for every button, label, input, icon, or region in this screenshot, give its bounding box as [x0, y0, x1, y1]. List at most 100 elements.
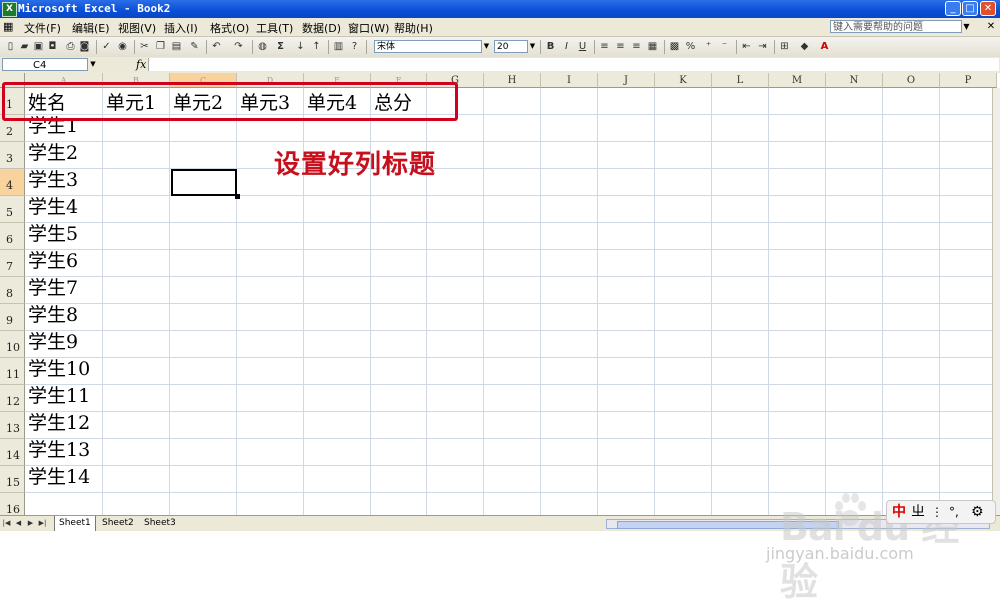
- column-header-n[interactable]: N: [826, 73, 883, 88]
- font-name-dropdown-icon[interactable]: ▼: [482, 40, 491, 53]
- row-header-4[interactable]: 4: [0, 169, 25, 196]
- name-cell-a3[interactable]: 学生2: [28, 140, 78, 167]
- italic-button[interactable]: I: [560, 40, 573, 53]
- research-icon[interactable]: ◉: [116, 40, 129, 53]
- column-header-m[interactable]: M: [769, 73, 826, 88]
- spelling-icon[interactable]: ✓: [100, 40, 113, 53]
- name-cell-a8[interactable]: 学生7: [28, 275, 78, 302]
- font-color-button[interactable]: A: [818, 40, 831, 53]
- merge-center-icon[interactable]: ▦: [646, 40, 659, 53]
- vertical-scrollbar[interactable]: [992, 88, 1000, 515]
- row-header-7[interactable]: 7: [0, 250, 25, 277]
- hyperlink-icon[interactable]: ◍: [256, 40, 269, 53]
- fill-color-icon[interactable]: ◆: [798, 40, 811, 53]
- row-header-10[interactable]: 10: [0, 331, 25, 358]
- redo-icon[interactable]: ↷: [232, 40, 245, 53]
- menu-insert[interactable]: 插入(I): [164, 20, 198, 36]
- sort-desc-icon[interactable]: ↑: [310, 40, 323, 53]
- column-header-k[interactable]: K: [655, 73, 712, 88]
- permission-icon[interactable]: ◘: [46, 40, 59, 53]
- fill-handle[interactable]: [235, 194, 240, 199]
- prev-sheet-icon[interactable]: ◀: [14, 518, 23, 529]
- last-sheet-icon[interactable]: ▶|: [38, 518, 47, 529]
- ime-punct-icon[interactable]: °,: [949, 504, 959, 520]
- borders-icon[interactable]: ⊞: [778, 40, 791, 53]
- tab-sheet1[interactable]: Sheet1: [54, 516, 96, 531]
- format-painter-icon[interactable]: ✎: [188, 40, 201, 53]
- name-cell-a15[interactable]: 学生14: [28, 464, 90, 491]
- name-cell-a14[interactable]: 学生13: [28, 437, 90, 464]
- name-cell-a5[interactable]: 学生4: [28, 194, 78, 221]
- tab-sheet3[interactable]: Sheet3: [140, 516, 180, 531]
- underline-button[interactable]: U: [576, 40, 589, 53]
- name-cell-a9[interactable]: 学生8: [28, 302, 78, 329]
- paste-icon[interactable]: ▤: [170, 40, 183, 53]
- column-header-j[interactable]: J: [598, 73, 655, 88]
- first-sheet-icon[interactable]: |◀: [2, 518, 11, 529]
- row-header-16[interactable]: 16: [0, 493, 25, 515]
- column-header-o[interactable]: O: [883, 73, 940, 88]
- row-header-9[interactable]: 9: [0, 304, 25, 331]
- help-icon[interactable]: ?: [348, 40, 361, 53]
- name-cell-a7[interactable]: 学生6: [28, 248, 78, 275]
- menu-help[interactable]: 帮助(H): [394, 20, 433, 36]
- sort-asc-icon[interactable]: ↓: [294, 40, 307, 53]
- ime-lang-icon[interactable]: 中: [892, 504, 906, 520]
- next-sheet-icon[interactable]: ▶: [26, 518, 35, 529]
- name-cell-a10[interactable]: 学生9: [28, 329, 78, 356]
- column-header-i[interactable]: I: [541, 73, 598, 88]
- increase-decimal-icon[interactable]: ⁺: [702, 40, 715, 53]
- close-button[interactable]: ✕: [980, 1, 996, 16]
- ime-sep-icon[interactable]: ⋮: [931, 504, 943, 520]
- row-header-15[interactable]: 15: [0, 466, 25, 493]
- align-left-icon[interactable]: ≡: [598, 40, 611, 53]
- name-cell-a13[interactable]: 学生12: [28, 410, 90, 437]
- row-header-14[interactable]: 14: [0, 439, 25, 466]
- increase-indent-icon[interactable]: ⇥: [756, 40, 769, 53]
- new-icon[interactable]: ▯: [4, 40, 17, 53]
- font-size-dropdown-icon[interactable]: ▼: [528, 40, 537, 53]
- insert-function-icon[interactable]: fx: [136, 58, 146, 71]
- menu-file[interactable]: 文件(F): [24, 20, 61, 36]
- autosum-icon[interactable]: Σ: [274, 40, 287, 53]
- open-icon[interactable]: ▰: [18, 40, 31, 53]
- menu-edit[interactable]: 编辑(E): [72, 20, 110, 36]
- column-header-l[interactable]: L: [712, 73, 769, 88]
- font-name-select[interactable]: 宋体: [374, 40, 482, 53]
- save-icon[interactable]: ▣: [32, 40, 45, 53]
- name-cell-a11[interactable]: 学生10: [28, 356, 90, 383]
- column-header-h[interactable]: H: [484, 73, 541, 88]
- row-header-3[interactable]: 3: [0, 142, 25, 169]
- name-box[interactable]: C4: [2, 58, 88, 71]
- help-question-input[interactable]: 键入需要帮助的问题: [830, 20, 962, 33]
- print-preview-icon[interactable]: ◙: [78, 40, 91, 53]
- font-size-select[interactable]: 20: [494, 40, 528, 53]
- menu-format[interactable]: 格式(O): [210, 20, 249, 36]
- percent-button[interactable]: %: [684, 40, 697, 53]
- ime-mode-icon[interactable]: ㄓ: [911, 504, 925, 520]
- minimize-button[interactable]: _: [945, 1, 961, 16]
- excel-app-icon[interactable]: X: [2, 2, 17, 17]
- gear-icon[interactable]: ⚙: [971, 504, 984, 520]
- copy-icon[interactable]: ❐: [154, 40, 167, 53]
- formula-input[interactable]: [148, 58, 999, 71]
- align-right-icon[interactable]: ≡: [630, 40, 643, 53]
- name-cell-a6[interactable]: 学生5: [28, 221, 78, 248]
- name-cell-a12[interactable]: 学生11: [28, 383, 90, 410]
- row-header-6[interactable]: 6: [0, 223, 25, 250]
- column-header-p[interactable]: P: [940, 73, 997, 88]
- menu-window[interactable]: 窗口(W): [348, 20, 389, 36]
- maximize-button[interactable]: □: [962, 1, 978, 16]
- menu-tools[interactable]: 工具(T): [256, 20, 293, 36]
- help-dropdown-icon[interactable]: ▼: [962, 20, 971, 33]
- menu-data[interactable]: 数据(D): [302, 20, 341, 36]
- doc-close-icon[interactable]: ✕: [984, 20, 998, 33]
- decrease-decimal-icon[interactable]: ⁻: [718, 40, 731, 53]
- name-cell-a4[interactable]: 学生3: [28, 167, 78, 194]
- decrease-indent-icon[interactable]: ⇤: [740, 40, 753, 53]
- align-center-icon[interactable]: ≡: [614, 40, 627, 53]
- menu-view[interactable]: 视图(V): [118, 20, 156, 36]
- row-header-13[interactable]: 13: [0, 412, 25, 439]
- bold-button[interactable]: B: [544, 40, 557, 53]
- cut-icon[interactable]: ✂: [138, 40, 151, 53]
